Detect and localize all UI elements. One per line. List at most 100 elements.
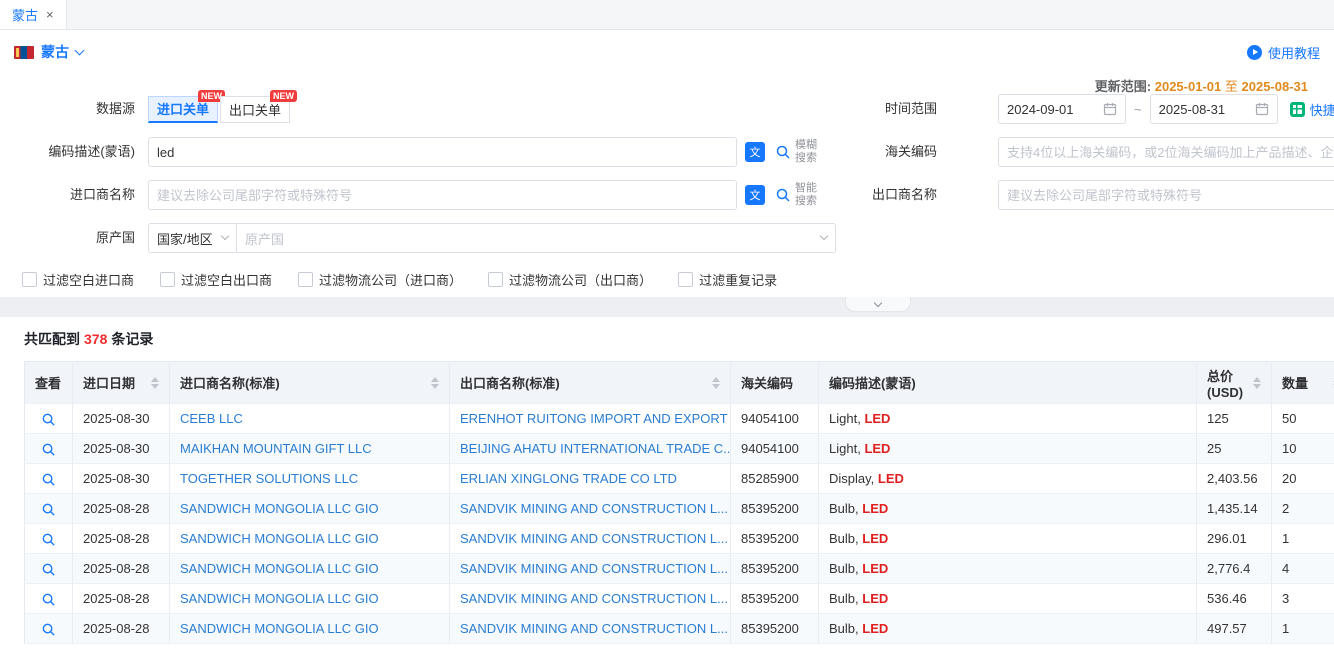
import-date-cell: 2025-08-30 [73, 404, 170, 434]
importer-input[interactable] [148, 180, 737, 210]
filter-blank-importer-checkbox[interactable]: 过滤空白进口商 [22, 270, 134, 289]
tab-mongolia[interactable]: 蒙古 × [0, 0, 67, 29]
hs-code-cell: 85395200 [731, 584, 819, 614]
exporter-link[interactable]: ERLIAN XINGLONG TRADE CO LTD [460, 471, 677, 486]
sort-icon[interactable] [151, 377, 159, 389]
importer-link[interactable]: SANDWICH MONGOLIA LLC GIO [180, 621, 379, 636]
hs-code-input[interactable] [998, 137, 1334, 167]
importer-link[interactable]: CEEB LLC [180, 411, 243, 426]
exporter-cell: SANDVIK MINING AND CONSTRUCTION L... [450, 584, 731, 614]
checkbox-icon [298, 272, 313, 287]
total-usd-cell: 25 [1197, 434, 1272, 464]
total-usd-cell: 497.57 [1197, 614, 1272, 644]
hs-code-cell: 85395200 [731, 614, 819, 644]
table-row: 2025-08-30 CEEB LLC ERENHOT RUITONG IMPO… [25, 404, 1334, 434]
importer-cell: CEEB LLC [170, 404, 450, 434]
qty-cell: 4 [1272, 554, 1334, 584]
fuzzy-search-label: 模糊搜索 [795, 139, 819, 165]
origin-type-value: 国家/地区 [157, 229, 213, 248]
sort-icon[interactable] [1253, 377, 1261, 389]
importer-link[interactable]: TOGETHER SOLUTIONS LLC [180, 471, 358, 486]
exporter-cell: SANDVIK MINING AND CONSTRUCTION L... [450, 614, 731, 644]
filter-row-1: 数据源 进口关单 NEW 出口关单 NEW 时间范围 2024-09-01 [0, 94, 1334, 124]
country-selector[interactable]: 蒙古 [14, 42, 83, 62]
update-range-end: 2025-08-31 [1242, 79, 1309, 94]
filter-blank-exporter-checkbox[interactable]: 过滤空白出口商 [160, 270, 272, 289]
exporter-link[interactable]: SANDVIK MINING AND CONSTRUCTION L... [460, 531, 728, 546]
tutorial-icon [1247, 45, 1262, 60]
end-date-input[interactable]: 2025-08-31 [1150, 94, 1278, 124]
filter-checkboxes: 过滤空白进口商 过滤空白出口商 过滤物流公司（进口商） 过滤物流公司（出口商） … [0, 269, 1334, 289]
view-record-icon[interactable] [41, 502, 56, 517]
quick-select-button[interactable]: 快捷 [1290, 100, 1334, 119]
tab-close-icon[interactable]: × [46, 8, 54, 21]
exporter-input[interactable] [998, 180, 1334, 210]
calendar-icon [1255, 102, 1269, 116]
exporter-cell: ERENHOT RUITONG IMPORT AND EXPORT ... [450, 404, 731, 434]
tutorial-link[interactable]: 使用教程 [1247, 43, 1320, 62]
smart-search-toggle[interactable]: 智能搜索 [775, 182, 819, 208]
exporter-link[interactable]: SANDVIK MINING AND CONSTRUCTION L... [460, 501, 728, 516]
fuzzy-search-toggle[interactable]: 模糊搜索 [775, 139, 819, 165]
filter-logistics-exporter-checkbox[interactable]: 过滤物流公司（出口商） [488, 270, 652, 289]
col-header-view: 查看 [25, 362, 73, 404]
importer-link[interactable]: SANDWICH MONGOLIA LLC GIO [180, 531, 379, 546]
filter-row-4: 原产国 国家/地区 原产国 [0, 223, 1334, 253]
mongolia-flag-icon [14, 46, 34, 59]
view-record-icon[interactable] [41, 412, 56, 427]
tab-import-customs-label: 进口关单 [157, 99, 209, 118]
translate-icon[interactable]: 文 [745, 185, 765, 205]
hs-code-cell: 85395200 [731, 524, 819, 554]
importer-link[interactable]: MAIKHAN MOUNTAIN GIFT LLC [180, 441, 372, 456]
hs-code-cell: 94054100 [731, 404, 819, 434]
checkbox-icon [678, 272, 693, 287]
tab-export-customs[interactable]: 出口关单 NEW [220, 96, 290, 123]
start-date-input[interactable]: 2024-09-01 [998, 94, 1126, 124]
calendar-icon [1103, 102, 1117, 116]
view-record-icon[interactable] [41, 592, 56, 607]
exporter-link[interactable]: SANDVIK MINING AND CONSTRUCTION L... [460, 621, 728, 636]
hs-code-cell: 85395200 [731, 554, 819, 584]
view-record-icon[interactable] [41, 442, 56, 457]
hs-code-cell: 85395200 [731, 494, 819, 524]
collapse-filters-button[interactable] [845, 297, 911, 312]
translate-icon[interactable]: 文 [745, 142, 765, 162]
tab-import-customs[interactable]: 进口关单 NEW [148, 96, 218, 123]
origin-type-select[interactable]: 国家/地区 [149, 224, 237, 252]
view-record-icon[interactable] [41, 532, 56, 547]
exporter-link[interactable]: SANDVIK MINING AND CONSTRUCTION L... [460, 591, 728, 606]
view-record-icon[interactable] [41, 562, 56, 577]
exporter-link[interactable]: ERENHOT RUITONG IMPORT AND EXPORT ... [460, 411, 731, 426]
time-range-label: 时间范围 [837, 94, 985, 124]
filter-logistics-importer-checkbox[interactable]: 过滤物流公司（进口商） [298, 270, 462, 289]
importer-link[interactable]: SANDWICH MONGOLIA LLC GIO [180, 501, 379, 516]
code-desc-input[interactable] [148, 137, 737, 167]
code-desc-cell: Bulb, LED [819, 494, 1197, 524]
update-range-start: 2025-01-01 [1155, 79, 1222, 94]
qty-cell: 3 [1272, 584, 1334, 614]
col-header-exporter[interactable]: 出口商名称(标准) [450, 362, 731, 404]
qty-cell: 1 [1272, 524, 1334, 554]
col-header-total-usd[interactable]: 总价 (USD) [1197, 362, 1272, 404]
view-record-icon[interactable] [41, 622, 56, 637]
col-header-importer[interactable]: 进口商名称(标准) [170, 362, 450, 404]
importer-link[interactable]: SANDWICH MONGOLIA LLC GIO [180, 561, 379, 576]
filter-duplicate-records-checkbox[interactable]: 过滤重复记录 [678, 270, 777, 289]
sort-icon[interactable] [431, 377, 439, 389]
table-row: 2025-08-28 SANDWICH MONGOLIA LLC GIO SAN… [25, 524, 1334, 554]
app: 蒙古 × 蒙古 使用教程 更新范围: 2025-01-01 至 2025-08-… [0, 0, 1334, 648]
code-desc-cell: Light, LED [819, 434, 1197, 464]
importer-cell: SANDWICH MONGOLIA LLC GIO [170, 494, 450, 524]
sort-icon[interactable] [712, 377, 720, 389]
exporter-link[interactable]: SANDVIK MINING AND CONSTRUCTION L... [460, 561, 728, 576]
importer-cell: SANDWICH MONGOLIA LLC GIO [170, 614, 450, 644]
origin-placeholder: 原产国 [245, 229, 284, 248]
origin-input[interactable]: 原产国 [237, 229, 835, 248]
col-header-qty[interactable]: 数量 [1272, 362, 1334, 404]
update-range: 更新范围: 2025-01-01 至 2025-08-31 [1095, 76, 1308, 95]
importer-link[interactable]: SANDWICH MONGOLIA LLC GIO [180, 591, 379, 606]
exporter-link[interactable]: BEIJING AHATU INTERNATIONAL TRADE C... [460, 441, 731, 456]
view-record-icon[interactable] [41, 472, 56, 487]
col-header-import-date[interactable]: 进口日期 [73, 362, 170, 404]
tab-bar: 蒙古 × [0, 0, 1334, 30]
